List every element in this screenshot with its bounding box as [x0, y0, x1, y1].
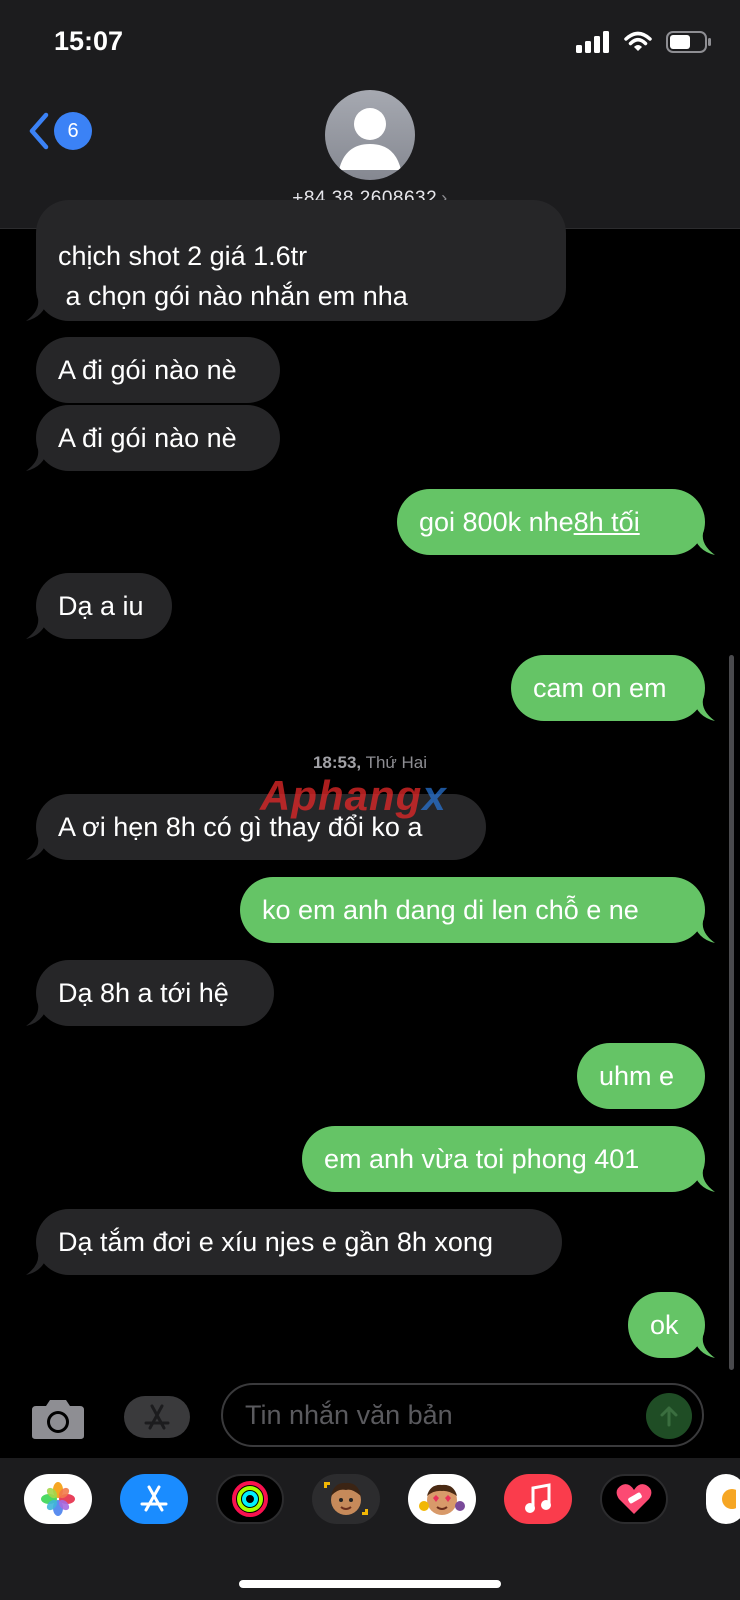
message-bubble-incoming[interactable]: A đi gói nào nè — [36, 405, 280, 471]
music-app-button[interactable] — [504, 1474, 572, 1524]
bubble-tail — [26, 299, 48, 321]
watermark-text-b: x — [422, 772, 447, 819]
status-icons — [576, 30, 712, 54]
music-icon — [525, 1483, 551, 1513]
timestamp-day: Thứ Hai — [365, 753, 428, 772]
animoji-button[interactable] — [408, 1474, 476, 1524]
app-store-button[interactable] — [124, 1396, 190, 1438]
bubble-tail — [693, 699, 715, 721]
memoji-stickers-button[interactable] — [312, 1474, 380, 1524]
camera-button[interactable] — [30, 1398, 86, 1445]
message-text: A đi gói nào nè — [58, 354, 237, 385]
message-bubble-incoming[interactable]: Dạ a iu — [36, 573, 172, 639]
message-text: ok — [650, 1309, 679, 1340]
message-text-line: chịch shot 2 giá 1.6tr — [58, 240, 308, 271]
photos-app-button[interactable] — [24, 1474, 92, 1524]
conversation-header: 15:07 6 +84 38 2608632 › — [0, 0, 740, 229]
send-button[interactable] — [646, 1393, 692, 1439]
message-text: cam on em — [533, 672, 667, 703]
wifi-icon — [624, 31, 652, 51]
bubble-tail — [26, 1004, 48, 1026]
watermark-text-a: Aphang — [260, 772, 423, 819]
message-text: goi 800k nhe — [419, 506, 574, 537]
app-store-icon — [144, 1404, 170, 1430]
message-input[interactable]: Tin nhắn văn bản — [221, 1383, 704, 1447]
bubble-tail — [26, 1253, 48, 1275]
home-indicator[interactable] — [239, 1580, 501, 1588]
camera-icon — [32, 1400, 84, 1439]
contact-avatar[interactable] — [325, 90, 415, 180]
bubble-tail — [26, 449, 48, 471]
status-time: 15:07 — [54, 26, 124, 56]
message-bubble-incoming[interactable]: A đi gói nào nè — [36, 337, 280, 403]
photos-icon — [41, 1482, 75, 1516]
timestamp-time: 18:53, — [312, 753, 362, 772]
message-text: uhm e — [599, 1060, 675, 1091]
message-bubble-outgoing[interactable]: ko em anh dang di len chỗ e ne — [240, 877, 705, 943]
activity-icon — [232, 1481, 268, 1517]
battery-icon — [666, 31, 711, 53]
bubble-tail — [26, 838, 48, 860]
message-bubble-outgoing[interactable]: em anh vừa toi phong 401 — [302, 1126, 705, 1192]
unread-count-badge: 6 — [54, 112, 92, 150]
animoji-icon — [419, 1484, 465, 1515]
chevron-left-icon — [29, 112, 49, 150]
memoji-sticker-icon — [324, 1482, 368, 1515]
conversation-timestamp: 18:53, Thứ Hai — [0, 753, 740, 773]
scrollbar[interactable] — [729, 655, 734, 1370]
composer-bar: Tin nhắn văn bản — [0, 1378, 740, 1450]
bubble-tail — [693, 1170, 715, 1192]
heart-sticker-icon — [616, 1484, 652, 1514]
partial-app-icon — [722, 1489, 736, 1509]
message-text: Dạ tắm đơi e xíu njes e gần 8h xong — [58, 1226, 493, 1257]
message-bubble-outgoing[interactable]: goi 800k nhe 8h tối — [397, 489, 705, 555]
message-text: ko em anh dang di len chỗ e ne — [262, 894, 639, 925]
message-bubble-outgoing[interactable]: uhm e — [577, 1043, 705, 1109]
arrow-up-icon — [660, 1406, 678, 1427]
bubble-tail — [693, 533, 715, 555]
message-text-line: a chọn gói nào nhắn em nha — [58, 280, 408, 311]
message-input-placeholder: Tin nhắn văn bản — [245, 1399, 453, 1430]
message-text: Dạ a iu — [58, 590, 144, 621]
heart-stickers-button[interactable] — [600, 1474, 668, 1524]
date-link[interactable]: 8h tối — [574, 507, 640, 538]
bubble-tail — [693, 921, 715, 943]
message-text: em anh vừa toi phong 401 — [324, 1143, 640, 1174]
message-bubble-outgoing[interactable]: cam on em — [511, 655, 705, 721]
activity-app-button[interactable] — [216, 1474, 284, 1524]
person-icon — [339, 108, 401, 170]
more-app-button[interactable] — [706, 1474, 740, 1524]
watermark-logo: Aphangx — [260, 772, 447, 820]
app-store-icon — [140, 1485, 168, 1512]
message-bubble-incoming[interactable]: Dạ tắm đơi e xíu njes e gần 8h xong — [36, 1209, 562, 1275]
message-bubble-incoming[interactable]: Dạ 8h a tới hệ — [36, 960, 274, 1026]
bubble-tail — [693, 1336, 715, 1358]
message-bubble-incoming[interactable]: chịch shot 2 giá 1.6tr a chọn gói nào nh… — [36, 200, 566, 321]
bubble-tail — [26, 617, 48, 639]
message-text: Dạ 8h a tới hệ — [58, 977, 229, 1008]
message-text: A đi gói nào nè — [58, 422, 237, 453]
back-button[interactable]: 6 — [28, 112, 92, 150]
app-store-app-button[interactable] — [120, 1474, 188, 1524]
app-drawer — [0, 1458, 740, 1600]
signal-icon — [576, 31, 609, 53]
